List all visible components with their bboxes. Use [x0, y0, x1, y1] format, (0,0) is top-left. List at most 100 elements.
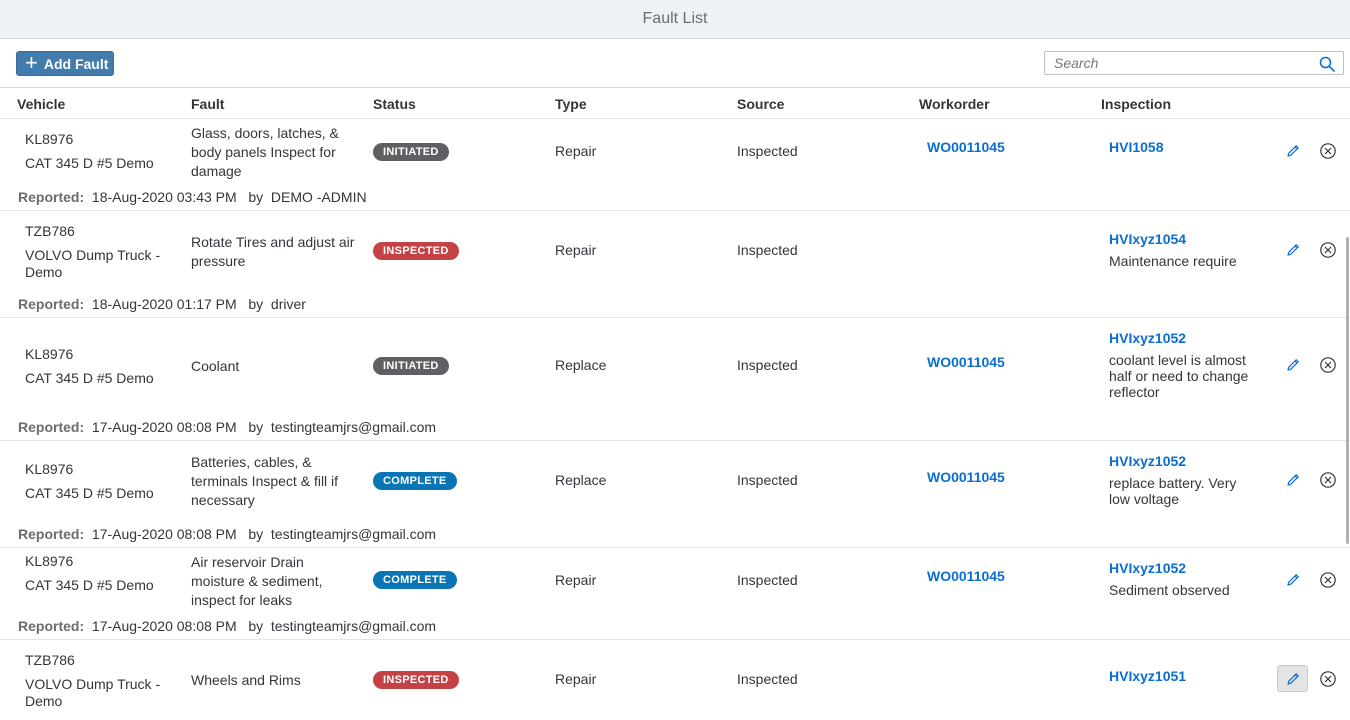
fault-description: Air reservoir Drain moisture & sediment,… — [191, 554, 323, 608]
workorder-link[interactable]: WO0011045 — [927, 469, 1005, 485]
vehicle-name: VOLVO Dump Truck - Demo — [25, 247, 161, 280]
edit-button[interactable] — [1277, 466, 1308, 493]
workorder-link[interactable]: WO0011045 — [927, 568, 1005, 584]
delete-icon[interactable] — [1319, 571, 1337, 589]
reported-by: driver — [270, 296, 306, 312]
pencil-icon — [1286, 573, 1299, 586]
search-input[interactable] — [1045, 52, 1316, 74]
reported-info: Reported: 17-Aug-2020 08:08 PM by testin… — [18, 618, 436, 634]
reported-info: Reported: 18-Aug-2020 01:17 PM by driver — [18, 296, 306, 312]
reported-date: 17-Aug-2020 08:08 PM — [91, 526, 237, 542]
fault-source: Inspected — [737, 572, 798, 588]
toolbar: + Add Fault — [0, 39, 1350, 87]
scrollbar-thumb[interactable] — [1346, 237, 1349, 544]
column-header-source[interactable]: Source — [737, 96, 784, 112]
edit-button[interactable] — [1277, 351, 1308, 378]
table-row[interactable]: KL8976 CAT 345 D #5 Demo Air reservoir D… — [0, 548, 1350, 640]
fault-description: Glass, doors, latches, & body panels Ins… — [191, 125, 339, 179]
fault-type: Replace — [555, 472, 607, 488]
edit-button[interactable] — [1277, 566, 1308, 593]
table-row[interactable]: TZB786 VOLVO Dump Truck - Demo Rotate Ti… — [0, 211, 1350, 318]
fault-source: Inspected — [737, 671, 798, 687]
vehicle-cell: KL8976 CAT 345 D #5 Demo — [25, 461, 175, 502]
table-row[interactable]: TZB786 VOLVO Dump Truck - Demo Wheels an… — [0, 640, 1350, 720]
fault-source: Inspected — [737, 472, 798, 488]
status-badge: INSPECTED — [373, 242, 459, 260]
reported-label: Reported: — [18, 419, 85, 435]
workorder-link[interactable]: WO0011045 — [927, 139, 1005, 155]
fault-type: Repair — [555, 671, 597, 687]
inspection-link[interactable]: HVIxyz1052 — [1109, 453, 1259, 469]
vehicle-name: CAT 345 D #5 Demo — [25, 155, 154, 171]
inspection-cell: HVIxyz1051 — [1109, 668, 1259, 684]
vehicle-name: VOLVO Dump Truck - Demo — [25, 676, 161, 709]
inspection-note: Sediment observed — [1109, 582, 1230, 598]
column-header-fault[interactable]: Fault — [191, 96, 224, 112]
pencil-icon — [1286, 672, 1299, 685]
delete-icon[interactable] — [1319, 356, 1337, 374]
inspection-note: Maintenance require — [1109, 253, 1237, 269]
edit-button[interactable] — [1277, 665, 1308, 692]
table-row[interactable]: KL8976 CAT 345 D #5 Demo Glass, doors, l… — [0, 120, 1350, 211]
fault-description: Batteries, cables, & terminals Inspect &… — [191, 454, 339, 508]
pencil-icon — [1286, 473, 1299, 486]
inspection-link[interactable]: HVIxyz1052 — [1109, 560, 1259, 576]
inspection-cell: HVIxyz1054 Maintenance require — [1109, 231, 1259, 269]
delete-icon[interactable] — [1319, 241, 1337, 259]
vehicle-id: KL8976 — [25, 461, 74, 477]
vehicle-name: CAT 345 D #5 Demo — [25, 370, 154, 386]
reported-by: testingteamjrs@gmail.com — [270, 419, 437, 435]
reported-by: DEMO -ADMIN — [270, 189, 367, 205]
vehicle-id: KL8976 — [25, 346, 74, 362]
delete-icon[interactable] — [1319, 471, 1337, 489]
inspection-cell: HVIxyz1052 replace battery. Very low volt… — [1109, 453, 1259, 507]
edit-button[interactable] — [1277, 137, 1308, 164]
pencil-icon — [1286, 243, 1299, 256]
status-badge: COMPLETE — [373, 472, 457, 490]
inspection-link[interactable]: HVI1058 — [1109, 139, 1259, 155]
column-header-inspection[interactable]: Inspection — [1101, 96, 1171, 112]
reported-date: 17-Aug-2020 08:08 PM — [91, 419, 237, 435]
inspection-note: coolant level is almost half or need to … — [1109, 352, 1249, 400]
add-fault-label: Add Fault — [43, 55, 109, 72]
fault-type: Replace — [555, 357, 607, 373]
fault-type: Repair — [555, 242, 597, 258]
plus-icon: + — [25, 49, 38, 75]
reported-info: Reported: 17-Aug-2020 08:08 PM by testin… — [18, 526, 436, 542]
reported-by: testingteamjrs@gmail.com — [270, 618, 437, 634]
inspection-link[interactable]: HVIxyz1051 — [1109, 668, 1259, 684]
delete-icon[interactable] — [1319, 670, 1337, 688]
vehicle-id: KL8976 — [25, 131, 74, 147]
vehicle-cell: KL8976 CAT 345 D #5 Demo — [25, 553, 175, 594]
by-label: by — [248, 618, 264, 634]
vehicle-name: CAT 345 D #5 Demo — [25, 485, 154, 501]
table-header: Vehicle Fault Status Type Source Workord… — [0, 87, 1350, 119]
search-box[interactable] — [1044, 51, 1344, 75]
delete-icon[interactable] — [1319, 142, 1337, 160]
inspection-link[interactable]: HVIxyz1052 — [1109, 330, 1259, 346]
status-badge: COMPLETE — [373, 571, 457, 589]
fault-description: Coolant — [191, 358, 240, 374]
table-row[interactable]: KL8976 CAT 345 D #5 Demo Coolant INITIATE… — [0, 318, 1350, 441]
reported-label: Reported: — [18, 296, 85, 312]
fault-source: Inspected — [737, 143, 798, 159]
column-header-type[interactable]: Type — [555, 96, 587, 112]
inspection-cell: HVIxyz1052 coolant level is almost half o… — [1109, 330, 1259, 400]
table-row[interactable]: KL8976 CAT 345 D #5 Demo Batteries, cabl… — [0, 441, 1350, 548]
column-header-vehicle[interactable]: Vehicle — [17, 96, 65, 112]
inspection-link[interactable]: HVIxyz1054 — [1109, 231, 1259, 247]
reported-date: 18-Aug-2020 01:17 PM — [91, 296, 237, 312]
add-fault-button[interactable]: + Add Fault — [16, 51, 114, 76]
column-header-workorder[interactable]: Workorder — [919, 96, 990, 112]
edit-button[interactable] — [1277, 236, 1308, 263]
fault-description: Wheels and Rims — [191, 672, 301, 688]
inspection-cell: HVIxyz1052 Sediment observed — [1109, 560, 1259, 598]
reported-by: testingteamjrs@gmail.com — [270, 526, 437, 542]
fault-type: Repair — [555, 143, 597, 159]
fault-type: Repair — [555, 572, 597, 588]
workorder-link[interactable]: WO0011045 — [927, 354, 1005, 370]
inspection-note: replace battery. Very low voltage — [1109, 475, 1237, 507]
search-icon[interactable] — [1319, 56, 1335, 72]
column-header-status[interactable]: Status — [373, 96, 416, 112]
by-label: by — [248, 526, 264, 542]
